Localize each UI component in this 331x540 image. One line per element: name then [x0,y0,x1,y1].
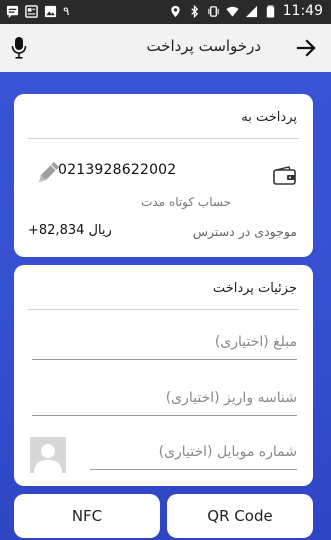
news-icon [25,4,38,18]
page-title: درخواست پرداخت [146,37,261,55]
pay-to-card: پرداخت به حساب کوتاه مدت موجودی در دسترس… [14,94,313,257]
status-left: ۹ [6,4,69,18]
status-bar: ۹ 11:49 [0,0,331,24]
message-icon [6,5,19,18]
payment-details-title: جزئیات پرداخت [212,281,297,296]
payment-details-card: جزئیات پرداخت [14,265,313,486]
status-right: 11:49 [169,3,323,19]
image-icon [44,5,57,17]
app-bar: درخواست پرداخت [0,24,331,72]
mobile-field-wrapper [90,435,299,470]
wallet-icon [273,166,296,185]
vibrate-icon [207,5,219,17]
battery-icon [266,4,274,18]
pay-to-title: پرداخت به [241,110,297,125]
qr-code-button[interactable]: QR Code [167,494,313,538]
mobile-input[interactable] [90,435,299,469]
balance-label: موجودی در دسترس [192,224,297,239]
wifi-icon [226,6,239,17]
amount-field-wrapper [32,325,299,360]
contact-avatar[interactable] [30,437,66,473]
balance-value: +82,834 ریال [28,223,112,238]
person-icon [34,444,62,473]
clock: 11:49 [282,3,323,19]
number-9-icon: ۹ [63,4,70,18]
microphone-icon[interactable] [10,36,28,60]
back-arrow-icon[interactable] [295,37,317,59]
nfc-button[interactable]: NFC [14,494,160,538]
signal-icon [245,5,257,17]
pay-to-divider [28,138,299,139]
deposit-id-input[interactable] [32,381,299,415]
bluetooth-icon [190,4,198,18]
account-type-label: حساب کوتاه مدت [141,195,231,209]
details-divider [28,309,299,310]
amount-input[interactable] [32,325,299,359]
deposit-id-field-wrapper [32,381,299,416]
account-number-field[interactable] [58,162,198,178]
location-icon [170,5,180,17]
